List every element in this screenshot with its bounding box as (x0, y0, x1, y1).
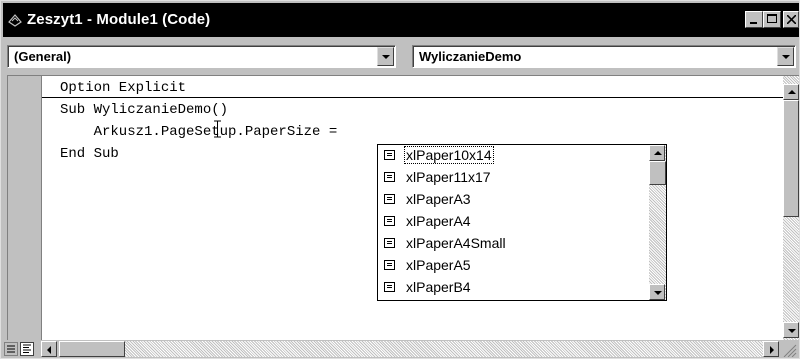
code-line[interactable]: End Sub (60, 146, 119, 162)
resize-grip-icon[interactable] (781, 342, 797, 357)
constant-icon (384, 150, 395, 160)
list-scroll-down-button[interactable] (649, 284, 665, 300)
scroll-left-button[interactable] (41, 341, 57, 357)
procedure-separator (42, 97, 783, 98)
code-window: Zeszyt1 - Module1 (Code) (General) Wylic… (0, 0, 800, 359)
constant-icon (384, 282, 395, 292)
object-combo[interactable]: (General) (7, 45, 396, 68)
code-line[interactable]: Arkusz1.PageSetup.PaperSize = (60, 124, 338, 140)
window-title: Zeszyt1 - Module1 (Code) (27, 11, 211, 28)
chevron-down-icon (382, 55, 390, 59)
horizontal-scroll-thumb[interactable] (59, 341, 125, 357)
constant-icon (384, 216, 395, 226)
arrow-right-icon (770, 346, 774, 354)
procedure-combo-value: WyliczanieDemo (419, 49, 522, 64)
list-scroll-thumb[interactable] (649, 161, 666, 185)
close-button[interactable] (783, 11, 799, 28)
maximize-button[interactable] (763, 11, 781, 28)
constant-icon (384, 194, 395, 204)
code-line[interactable]: Sub WyliczanieDemo() (60, 102, 228, 118)
horizontal-scrollbar[interactable] (59, 341, 779, 357)
title-bar[interactable]: Zeszyt1 - Module1 (Code) (3, 3, 799, 37)
object-combo-dropdown-button[interactable] (377, 47, 394, 66)
scroll-up-button[interactable] (783, 84, 799, 100)
chevron-down-icon (782, 55, 790, 59)
full-module-view-icon[interactable] (20, 342, 34, 356)
procedure-combo-dropdown-button[interactable] (777, 47, 794, 66)
procedure-combo[interactable]: WyliczanieDemo (412, 45, 796, 68)
list-scroll-up-button[interactable] (649, 145, 665, 161)
text-cursor-icon (214, 120, 221, 138)
procedure-view-icon[interactable] (4, 342, 18, 356)
constant-icon (384, 172, 395, 182)
autocomplete-list[interactable]: xlPaper10x14 xlPaper11x17 xlPaperA3 xlPa… (377, 144, 667, 301)
bottom-bar (3, 340, 799, 358)
minimize-icon (750, 22, 757, 24)
object-combo-value: (General) (14, 49, 72, 64)
arrow-up-icon (654, 151, 662, 155)
vertical-scroll-thumb[interactable] (783, 100, 799, 217)
code-line[interactable]: Option Explicit (60, 80, 186, 96)
scroll-down-button[interactable] (783, 322, 799, 338)
close-icon (787, 15, 796, 24)
constant-icon (384, 260, 395, 270)
constant-icon (384, 238, 395, 248)
scroll-right-button[interactable] (763, 341, 779, 357)
autocomplete-scrollbar[interactable] (649, 145, 666, 300)
arrow-down-icon (654, 291, 662, 295)
vba-module-icon (8, 14, 22, 27)
arrow-left-icon (47, 346, 51, 354)
arrow-up-icon (788, 90, 796, 94)
arrow-down-icon (788, 329, 796, 333)
vertical-scrollbar[interactable] (783, 76, 799, 340)
minimize-button[interactable] (745, 11, 763, 28)
maximize-icon (767, 14, 777, 23)
margin-indicator-bar[interactable] (8, 76, 42, 340)
